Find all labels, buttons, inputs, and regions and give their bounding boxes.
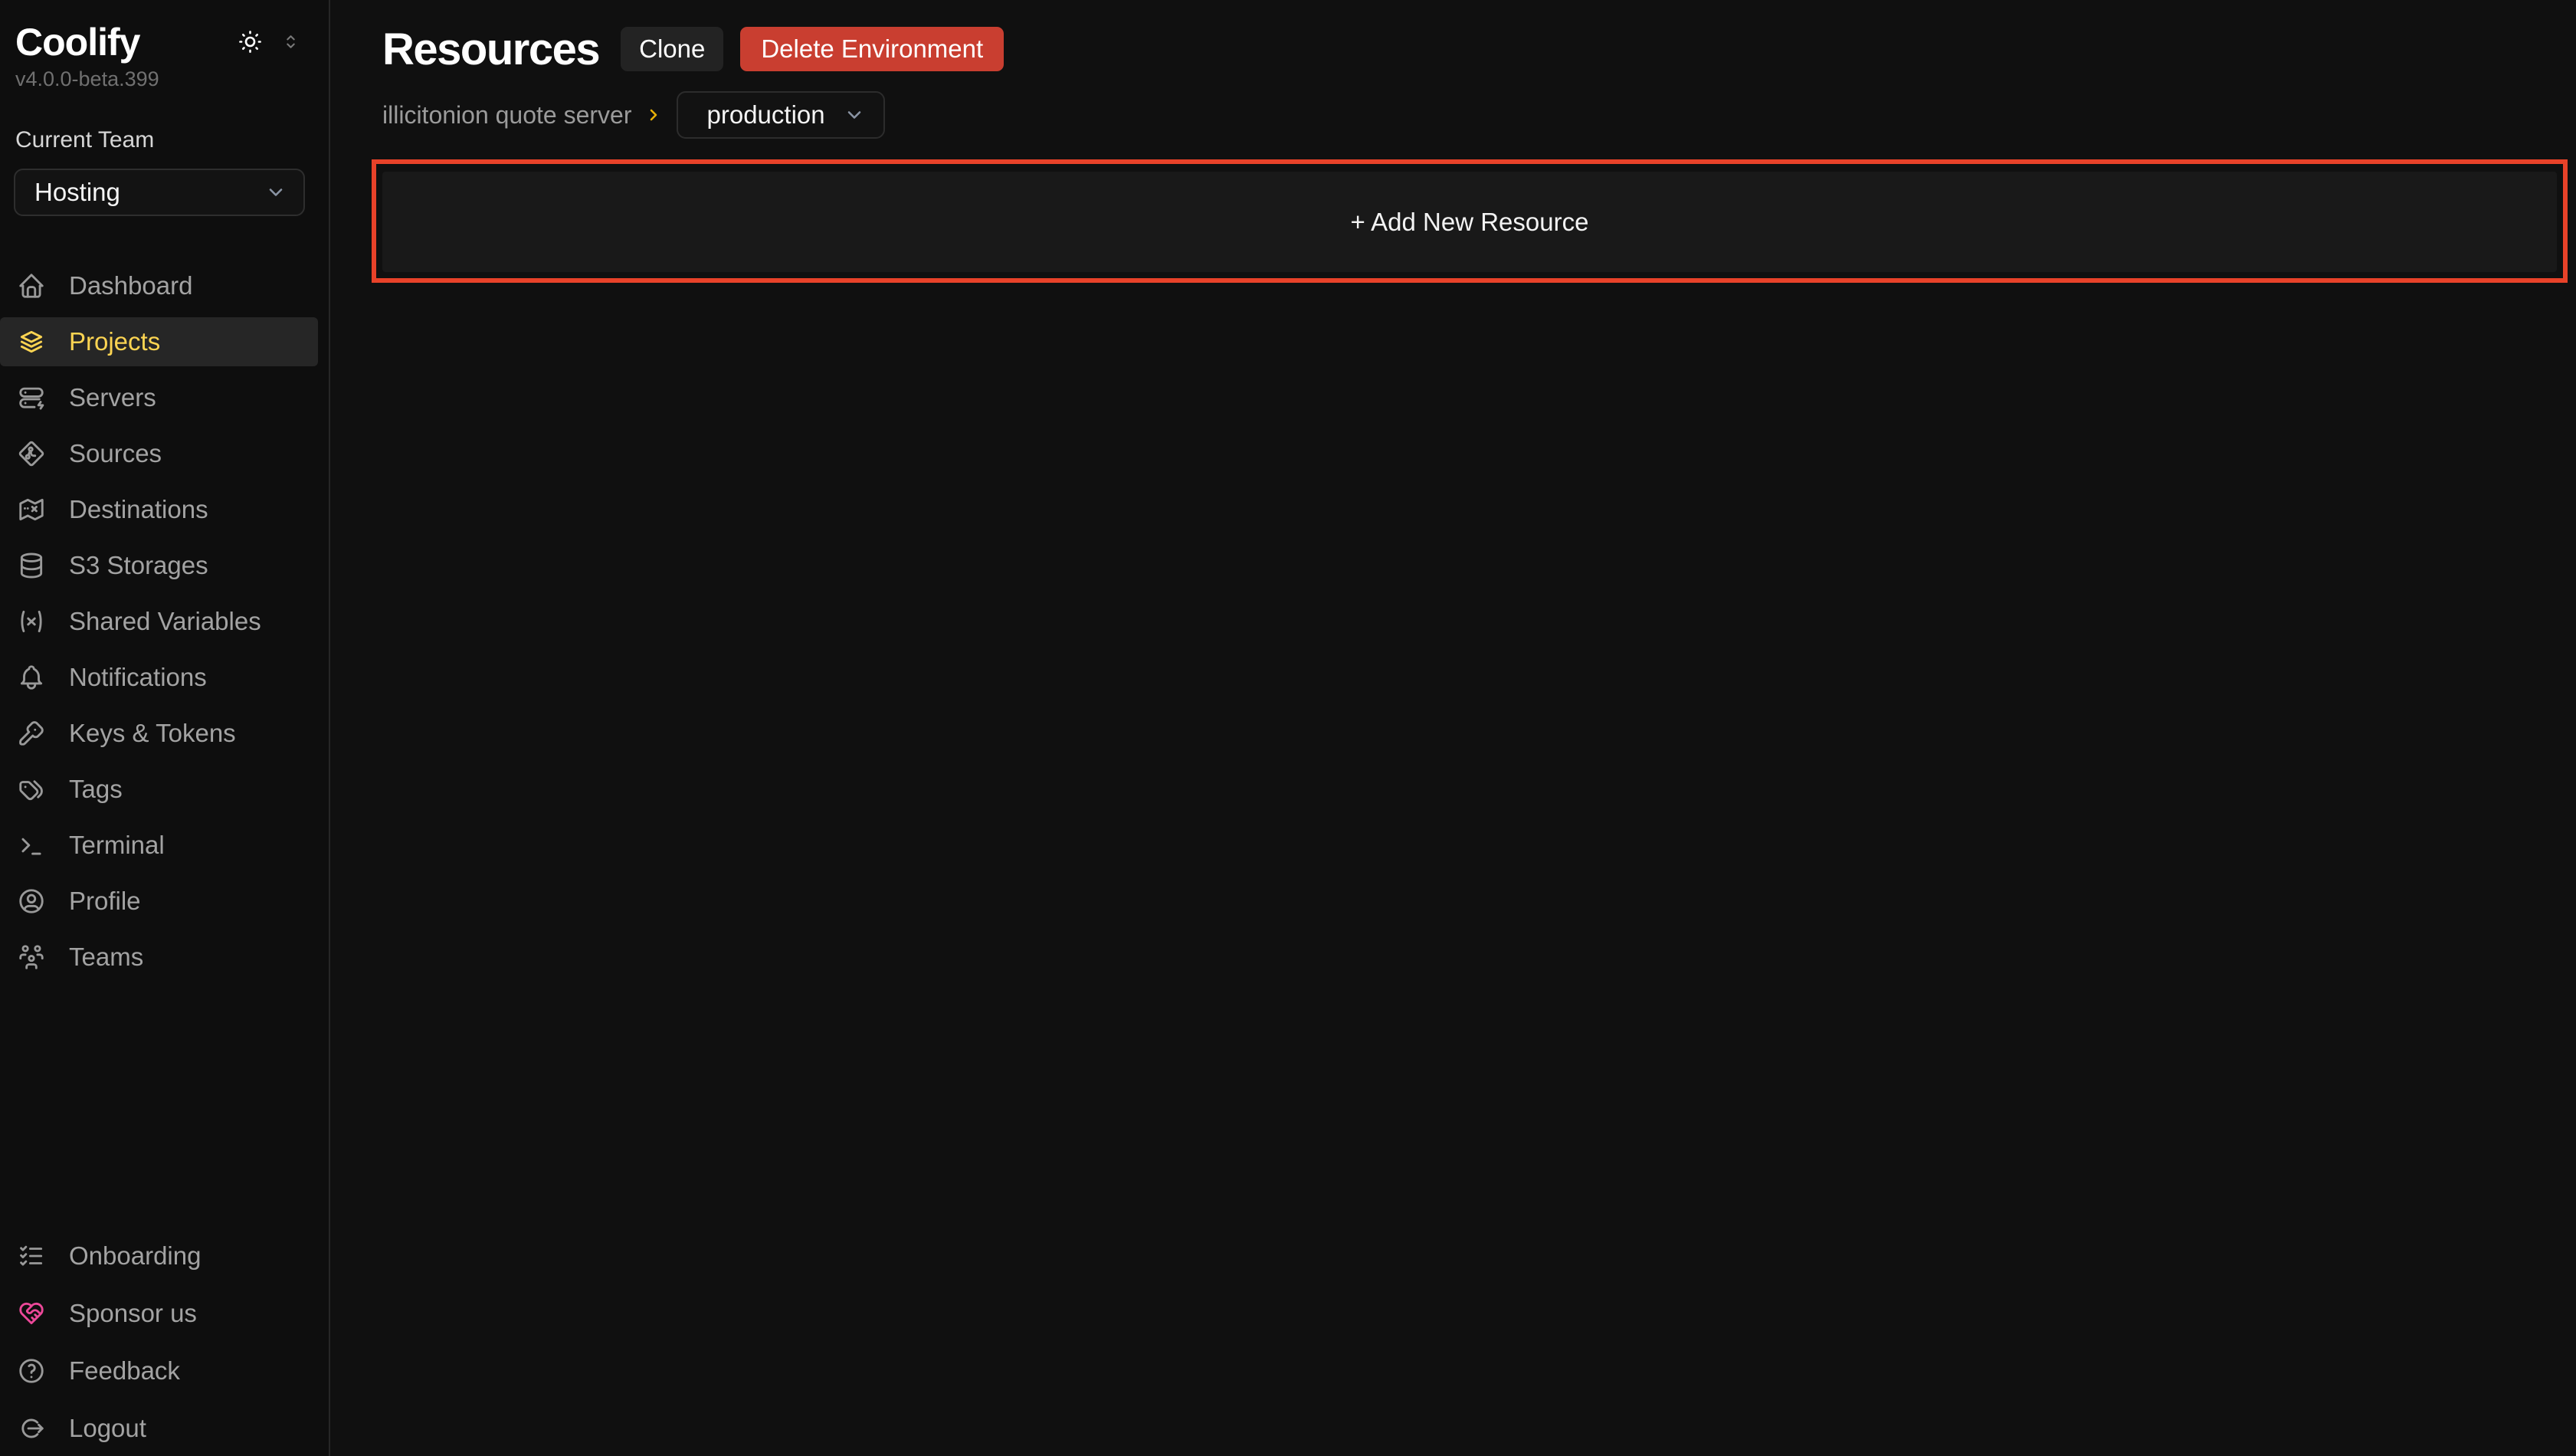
sidebar-item-terminal[interactable]: Terminal <box>0 821 318 870</box>
sidebar-item-label: Notifications <box>69 663 207 692</box>
page-title: Resources <box>382 24 599 75</box>
environment-select-value: production <box>707 100 825 130</box>
layers-icon <box>17 327 46 356</box>
terminal-icon <box>17 831 46 860</box>
home-icon <box>17 271 46 300</box>
sidebar-item-sources[interactable]: Sources <box>0 429 318 478</box>
sidebar-item-label: Terminal <box>69 831 165 860</box>
sidebar-collapse-icon[interactable] <box>281 32 300 51</box>
users-group-icon <box>17 943 46 972</box>
current-team-label: Current Team <box>15 127 154 153</box>
add-new-resource-button[interactable]: + Add New Resource <box>382 172 2557 272</box>
sidebar: Coolify v4.0.0-beta.399 Current Team Hos… <box>0 0 330 1456</box>
sidebar-item-label: Projects <box>69 327 160 356</box>
sidebar-item-label: Tags <box>69 775 123 804</box>
variable-icon <box>17 607 46 636</box>
sidebar-item-destinations[interactable]: Destinations <box>0 485 318 534</box>
sidebar-footer-nav: Onboarding Sponsor us Feedback Logout <box>0 1231 330 1453</box>
chevron-down-icon <box>844 104 865 126</box>
theme-toggle-sun-icon[interactable] <box>238 29 263 54</box>
sidebar-item-label: Onboarding <box>69 1241 201 1271</box>
app-version: v4.0.0-beta.399 <box>15 67 159 91</box>
logo-actions <box>238 29 300 54</box>
sidebar-item-s3-storages[interactable]: S3 Storages <box>0 541 318 590</box>
highlight-annotation-box: + Add New Resource <box>372 159 2568 283</box>
sidebar-item-sponsor-us[interactable]: Sponsor us <box>0 1289 318 1338</box>
chevron-down-icon <box>265 182 287 203</box>
sidebar-item-label: Servers <box>69 383 156 412</box>
heart-handshake-icon <box>17 1299 46 1328</box>
sidebar-item-tags[interactable]: Tags <box>0 765 318 814</box>
coolify-app: Coolify v4.0.0-beta.399 Current Team Hos… <box>0 0 2576 1456</box>
sidebar-item-label: S3 Storages <box>69 551 208 580</box>
delete-environment-button[interactable]: Delete Environment <box>740 27 1004 71</box>
sidebar-item-projects[interactable]: Projects <box>0 317 318 366</box>
sidebar-item-label: Sponsor us <box>69 1299 197 1328</box>
team-select[interactable]: Hosting <box>14 169 305 216</box>
sidebar-item-label: Destinations <box>69 495 208 524</box>
checklist-icon <box>17 1241 46 1271</box>
bell-icon <box>17 663 46 692</box>
sidebar-item-teams[interactable]: Teams <box>0 933 318 982</box>
sidebar-item-label: Sources <box>69 439 162 468</box>
breadcrumb-project-link[interactable]: illicitonion quote server <box>382 101 632 130</box>
main-content: Resources Clone Delete Environment illic… <box>330 0 2576 1456</box>
user-circle-icon <box>17 887 46 916</box>
sidebar-item-onboarding[interactable]: Onboarding <box>0 1231 318 1281</box>
sidebar-item-label: Feedback <box>69 1356 180 1385</box>
sidebar-item-profile[interactable]: Profile <box>0 877 318 926</box>
sidebar-item-servers[interactable]: Servers <box>0 373 318 422</box>
sidebar-nav: Dashboard Projects Servers Sources Destinati… <box>0 261 330 989</box>
git-diamond-icon <box>17 439 46 468</box>
sidebar-item-label: Shared Variables <box>69 607 261 636</box>
map-x-icon <box>17 495 46 524</box>
help-circle-icon <box>17 1356 46 1385</box>
sidebar-item-feedback[interactable]: Feedback <box>0 1346 318 1395</box>
sidebar-item-dashboard[interactable]: Dashboard <box>0 261 318 310</box>
page-header: Resources Clone Delete Environment <box>382 18 1004 80</box>
team-select-value: Hosting <box>34 178 120 207</box>
sidebar-item-label: Keys & Tokens <box>69 719 236 748</box>
tags-icon <box>17 775 46 804</box>
database-icon <box>17 551 46 580</box>
app-logo: Coolify <box>15 20 139 64</box>
sidebar-item-logout[interactable]: Logout <box>0 1404 318 1453</box>
breadcrumb: illicitonion quote server production <box>382 90 885 139</box>
environment-select[interactable]: production <box>677 91 885 139</box>
sidebar-item-shared-variables[interactable]: Shared Variables <box>0 597 318 646</box>
sidebar-item-label: Logout <box>69 1414 146 1443</box>
sidebar-item-notifications[interactable]: Notifications <box>0 653 318 702</box>
sidebar-item-label: Dashboard <box>69 271 192 300</box>
logout-icon <box>17 1414 46 1443</box>
key-icon <box>17 719 46 748</box>
server-bolt-icon <box>17 383 46 412</box>
sidebar-item-keys-tokens[interactable]: Keys & Tokens <box>0 709 318 758</box>
chevron-right-icon <box>644 106 663 124</box>
clone-button[interactable]: Clone <box>621 27 723 71</box>
sidebar-item-label: Teams <box>69 943 143 972</box>
sidebar-item-label: Profile <box>69 887 141 916</box>
